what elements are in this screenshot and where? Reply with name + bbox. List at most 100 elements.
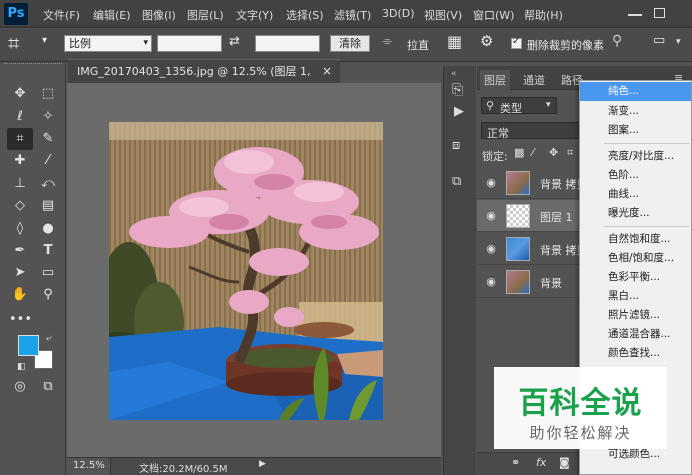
menu-item-exposure[interactable]: 曝光度... (580, 204, 691, 223)
history-brush-icon[interactable]: ⤺ (37, 174, 59, 194)
quick-mask-icon[interactable]: ◎ (9, 377, 31, 397)
blur-tool-icon[interactable]: ◊ (9, 219, 31, 239)
layer-name[interactable]: 图层 1 (540, 209, 573, 225)
menu-item-hue-saturation[interactable]: 色相/饱和度... (580, 249, 691, 268)
lock-brush-icon[interactable]: ⁄ (532, 146, 534, 159)
menu-view[interactable]: 视图(V) (424, 7, 462, 23)
zoom-tool-icon[interactable]: ⚲ (37, 285, 59, 305)
menu-item-pattern[interactable]: 图案... (580, 121, 691, 140)
swap-colors-icon[interactable]: ⤶ (46, 333, 52, 344)
menu-type[interactable]: 文字(Y) (236, 7, 273, 23)
menu-edit[interactable]: 编辑(E) (93, 7, 131, 23)
pen-tool-icon[interactable]: ✒ (9, 241, 31, 261)
chevron-right-icon[interactable]: ▶ (259, 459, 266, 469)
default-colors-icon[interactable]: ◧ (17, 362, 26, 372)
lock-transparency-icon[interactable]: ▩ (514, 146, 524, 159)
checkmark-icon: ✓ (512, 36, 521, 47)
screen-mode-icon[interactable]: ⧉ (37, 377, 59, 397)
workspace-icon[interactable]: ▭ (653, 33, 665, 48)
hand-tool-icon[interactable]: ✋ (9, 285, 31, 305)
menu-item-channel-mixer[interactable]: 通道混合器... (580, 325, 691, 344)
magic-wand-icon[interactable]: ✧ (37, 107, 59, 127)
healing-brush-icon[interactable]: ✚ (9, 151, 31, 171)
menu-item-levels[interactable]: 色阶... (580, 166, 691, 185)
more-tools-icon[interactable]: ••• (9, 310, 32, 330)
marquee-tool-icon[interactable]: ⬚ (37, 84, 59, 104)
menu-item-color-lookup[interactable]: 颜色查找... (580, 344, 691, 363)
menu-file[interactable]: 文件(F) (43, 7, 80, 23)
menu-select[interactable]: 选择(S) (286, 7, 324, 23)
menu-item-curves[interactable]: 曲线... (580, 185, 691, 204)
menu-item-brightness-contrast[interactable]: 亮度/对比度... (580, 147, 691, 166)
type-tool-icon[interactable]: T (37, 241, 59, 261)
lock-artboard-icon[interactable]: ⌗ (567, 146, 573, 160)
visibility-eye-icon[interactable]: ◉ (484, 176, 498, 190)
swap-icon[interactable]: ⇄ (229, 34, 240, 49)
document-tab[interactable]: IMG_20170403_1356.jpg @ 12.5% (图层 1, RGB… (68, 59, 340, 101)
actions-play-icon[interactable]: ▶ (454, 104, 464, 119)
menu-help[interactable]: 帮助(H) (524, 7, 563, 23)
panel-grip[interactable] (4, 63, 62, 67)
menu-layer[interactable]: 图层(L) (187, 7, 224, 23)
grid-overlay-icon[interactable]: ▦ (447, 32, 462, 51)
tab-layers[interactable]: 图层 (484, 72, 506, 88)
tab-channels[interactable]: 通道 (523, 72, 545, 88)
width-field[interactable] (157, 35, 222, 52)
delete-cropped-label[interactable]: 删除裁剪的像素 (527, 37, 604, 53)
eyedropper-icon[interactable]: ✎ (37, 129, 59, 149)
layer-name[interactable]: 背景 (540, 275, 562, 291)
properties-panel-icon[interactable]: ⧉ (452, 174, 461, 189)
menu-window[interactable]: 窗口(W) (473, 7, 514, 23)
chevron-down-icon[interactable]: ▾ (676, 37, 681, 47)
menu-item-photo-filter[interactable]: 照片滤镜... (580, 306, 691, 325)
path-select-icon[interactable]: ➤ (9, 263, 31, 283)
filter-kind-select[interactable]: ⚲ 类型 ▾ (481, 97, 557, 115)
foreground-color-swatch[interactable] (18, 335, 39, 356)
search-icon[interactable]: ⚲ (612, 33, 622, 49)
crop-tool-icon[interactable]: ⌗ (7, 128, 33, 150)
height-field[interactable] (255, 35, 320, 52)
close-icon[interactable]: × (322, 60, 332, 83)
menu-image[interactable]: 图像(I) (142, 7, 176, 23)
menu-item-color-balance[interactable]: 色彩平衡... (580, 268, 691, 287)
search-icon: ⚲ (486, 99, 495, 112)
gradient-tool-icon[interactable]: ▤ (37, 196, 59, 216)
3d-panel-icon[interactable]: ⧈ (452, 138, 460, 153)
watermark: 百科全说 助你轻松解决 (494, 367, 667, 449)
lock-move-icon[interactable]: ✥ (549, 146, 558, 159)
menu-item-black-white[interactable]: 黑白... (580, 287, 691, 306)
straighten-label[interactable]: 拉直 (407, 37, 429, 53)
shape-tool-icon[interactable]: ▭ (37, 263, 59, 283)
history-panel-icon[interactable]: ⎘ (452, 82, 463, 98)
stamp-tool-icon[interactable]: ⊥ (9, 174, 31, 194)
dodge-tool-icon[interactable]: ● (37, 219, 59, 239)
eraser-tool-icon[interactable]: ◇ (9, 196, 31, 216)
straighten-icon[interactable]: ⌯ (382, 34, 392, 49)
ratio-select[interactable]: 比例 ▾ (64, 35, 152, 52)
blend-mode-select[interactable]: 正常 (481, 122, 581, 140)
delete-cropped-checkbox[interactable]: ✓ (511, 36, 522, 49)
menu-item-gradient[interactable]: 渐变... (580, 102, 691, 121)
gear-icon[interactable]: ⚙ (480, 32, 493, 50)
clear-button[interactable]: 清除 (330, 35, 370, 52)
menu-item-solid-color[interactable]: 纯色... (580, 82, 691, 101)
filter-kind-label: 类型 (500, 102, 522, 115)
menu-item-vibrance[interactable]: 自然饱和度... (580, 230, 691, 249)
visibility-eye-icon[interactable]: ◉ (484, 275, 498, 289)
add-mask-icon[interactable]: ◙ (559, 456, 570, 469)
minimize-icon[interactable] (628, 4, 642, 16)
brush-tool-icon[interactable]: ⁄ (37, 151, 59, 171)
menu-filter[interactable]: 滤镜(T) (334, 7, 371, 23)
zoom-level[interactable]: 12.5% (67, 458, 111, 475)
collapse-left-icon[interactable]: « (451, 69, 457, 79)
maximize-icon[interactable] (654, 8, 665, 18)
menu-3d[interactable]: 3D(D) (382, 7, 415, 20)
chevron-down-icon[interactable]: ▾ (42, 35, 47, 46)
crop-tool-icon[interactable]: ⌗ (8, 31, 19, 55)
fx-button[interactable]: fx (536, 456, 546, 469)
link-layers-icon[interactable]: ⚭ (511, 456, 520, 469)
visibility-eye-icon[interactable]: ◉ (484, 242, 498, 256)
lasso-tool-icon[interactable]: ℓ (9, 107, 31, 127)
visibility-eye-icon[interactable]: ◉ (484, 209, 498, 223)
move-tool-icon[interactable]: ✥ (9, 84, 31, 104)
